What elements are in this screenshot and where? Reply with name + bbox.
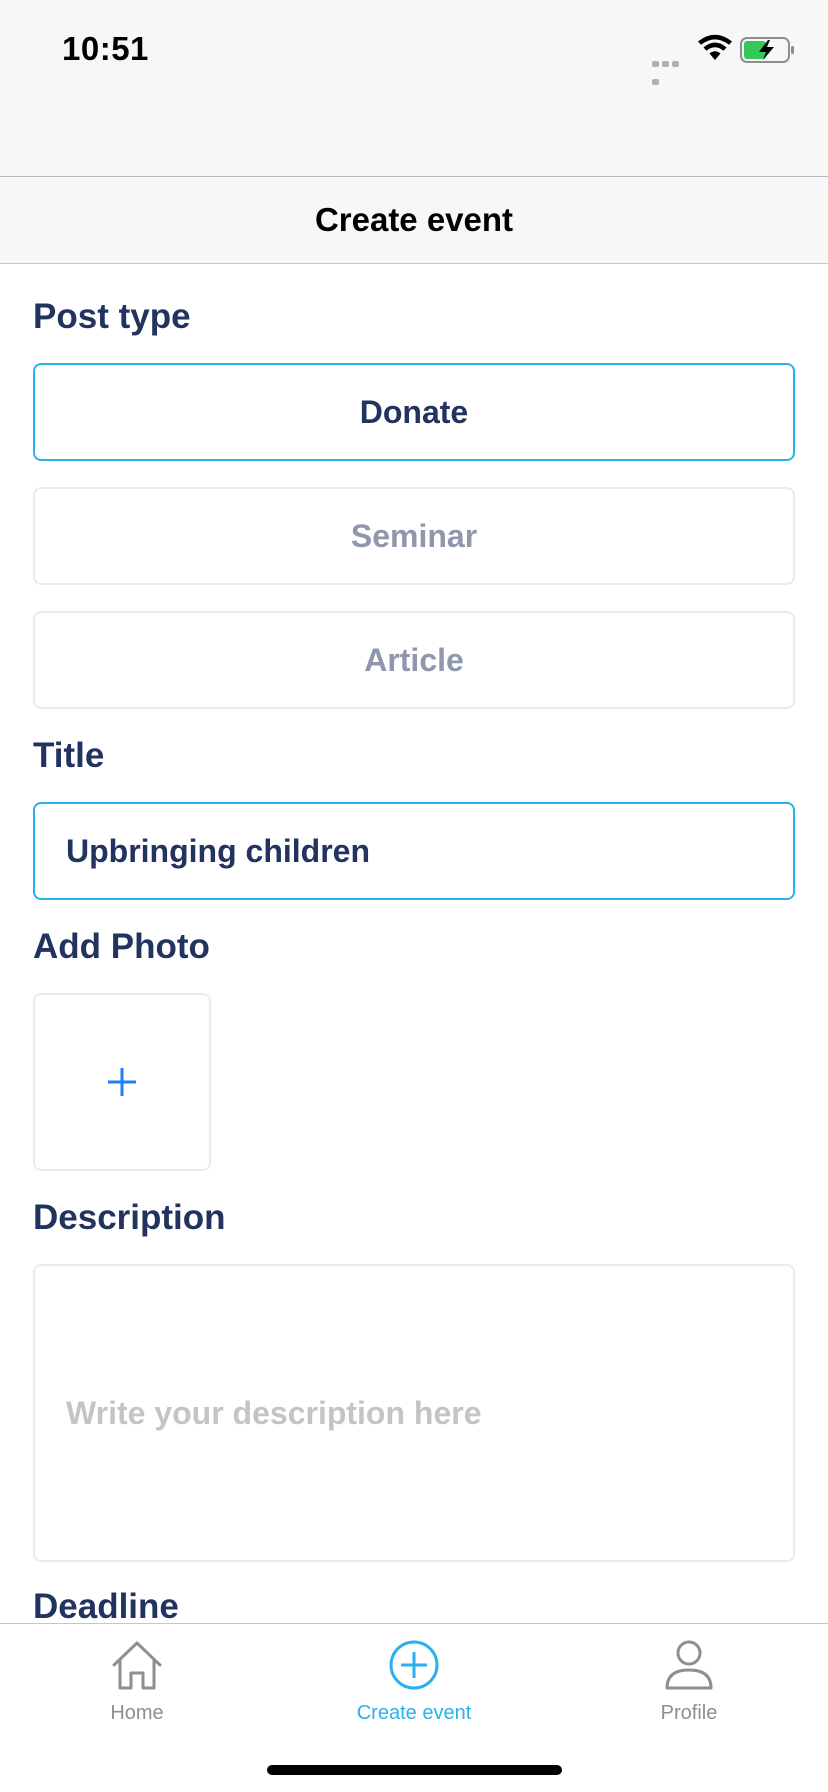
tab-profile[interactable]: Profile [589, 1638, 789, 1725]
tab-create-event[interactable]: Create event [314, 1638, 514, 1725]
home-indicator[interactable] [267, 1765, 562, 1775]
title-input[interactable]: Upbringing children [33, 802, 795, 900]
home-icon [112, 1641, 162, 1690]
deadline-label: Deadline [33, 1587, 179, 1626]
battery-charging-icon [740, 37, 794, 63]
status-bar: 10:51 [0, 0, 828, 176]
post-type-option-article[interactable]: Article [33, 611, 795, 709]
wifi-icon [698, 34, 732, 60]
status-time: 10:51 [62, 30, 149, 67]
page-title: Create event [314, 201, 514, 238]
description-label: Description [33, 1198, 226, 1237]
tab-home-label: Home [110, 1702, 164, 1724]
description-textarea[interactable]: Write your description here [33, 1264, 795, 1562]
tab-create-event-label: Create event [356, 1702, 472, 1724]
plus-circle-icon [389, 1640, 439, 1690]
tab-profile-label: Profile [660, 1702, 718, 1724]
post-type-option-seminar[interactable]: Seminar [33, 487, 795, 585]
add-photo-label: Add Photo [33, 927, 210, 966]
navigation-bar: Create event [0, 176, 828, 264]
plus-icon [108, 1068, 136, 1096]
post-type-option-donate[interactable]: Donate [33, 363, 795, 461]
post-type-label: Post type [33, 297, 191, 336]
person-icon [665, 1640, 713, 1690]
tab-home[interactable]: Home [37, 1638, 237, 1725]
add-photo-button[interactable] [33, 993, 211, 1171]
cellular-signal-icon [652, 54, 690, 85]
title-label: Title [33, 736, 105, 775]
